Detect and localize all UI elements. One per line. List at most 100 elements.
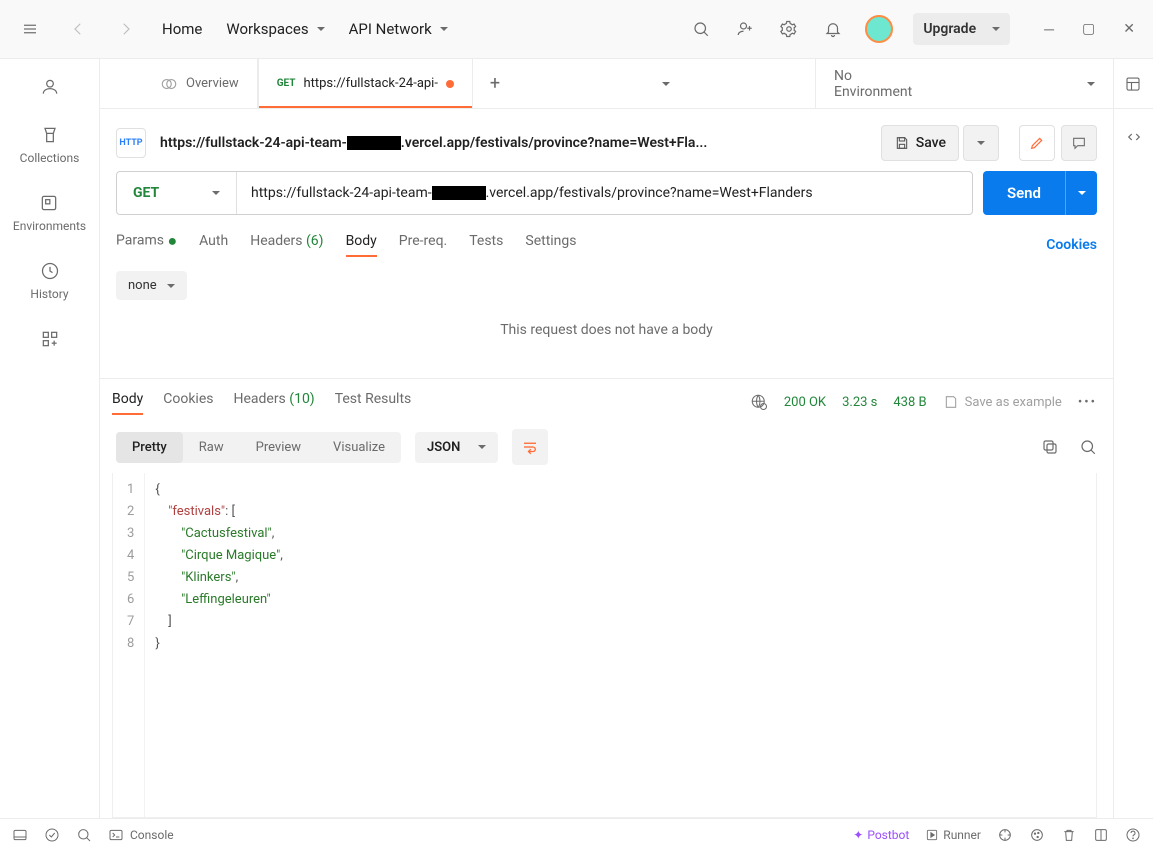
tab-method: GET <box>277 78 296 89</box>
invite-icon[interactable] <box>733 17 757 41</box>
hamburger-menu-icon[interactable] <box>18 17 42 41</box>
runner-button[interactable]: Runner <box>925 828 981 842</box>
body-type-label: none <box>128 278 157 293</box>
resp-tab-test-results[interactable]: Test Results <box>335 391 412 413</box>
upgrade-button[interactable]: Upgrade <box>913 13 1010 45</box>
chevron-down-icon <box>1087 82 1095 90</box>
new-tab-button[interactable]: + <box>473 59 517 108</box>
tab-overview[interactable]: Overview <box>142 59 258 108</box>
body-type-selector[interactable]: none <box>116 271 187 300</box>
view-preview[interactable]: Preview <box>240 432 317 463</box>
response-body-viewer[interactable]: 12345678 { "festivals": [ "Cactusfestiva… <box>112 473 1097 818</box>
sidebar-collections-label: Collections <box>20 151 80 165</box>
req-tab-params[interactable]: Params ● <box>116 231 177 259</box>
send-button[interactable]: Send <box>983 171 1065 215</box>
dirty-indicator-icon <box>446 80 454 88</box>
send-options-button[interactable] <box>1065 171 1097 215</box>
environment-selector[interactable]: No Environment <box>815 59 1113 108</box>
resp-tab-body[interactable]: Body <box>112 391 143 413</box>
resp-tab-cookies[interactable]: Cookies <box>163 391 213 413</box>
nav-api-network[interactable]: API Network <box>349 20 448 38</box>
trash-icon[interactable] <box>1061 827 1077 843</box>
method-label: GET <box>133 185 159 201</box>
postbot-button[interactable]: ✦Postbot <box>853 828 909 842</box>
sidebar-collections[interactable]: Collections <box>20 125 80 165</box>
sidebar-history[interactable]: History <box>30 261 68 301</box>
breadcrumb: https://fullstack-24-api-team-.vercel.ap… <box>160 135 867 151</box>
console-toggle[interactable]: Console <box>108 827 174 843</box>
window-maximize[interactable]: ▢ <box>1082 21 1095 38</box>
save-example-label: Save as example <box>965 395 1062 410</box>
layout-icon[interactable] <box>1093 827 1109 843</box>
window-minimize[interactable]: ─ <box>1044 21 1054 38</box>
headers-count: (6) <box>306 233 324 249</box>
response-time: 3.23 s <box>842 395 877 410</box>
cookies-jar-icon[interactable] <box>1029 827 1045 843</box>
resp-headers-count: (10) <box>289 391 314 407</box>
edit-button[interactable] <box>1019 125 1055 161</box>
settings-icon[interactable] <box>777 17 801 41</box>
find-icon[interactable] <box>76 827 92 843</box>
tabs-dropdown[interactable] <box>646 59 686 108</box>
avatar[interactable] <box>865 15 893 43</box>
sidebar-environments-label: Environments <box>13 219 86 233</box>
view-raw[interactable]: Raw <box>183 432 240 463</box>
method-selector[interactable]: GET <box>117 172 237 214</box>
sidebar-history-label: History <box>30 287 68 301</box>
save-options-button[interactable] <box>963 125 999 161</box>
notifications-icon[interactable] <box>821 17 845 41</box>
nav-workspaces[interactable]: Workspaces <box>226 20 324 38</box>
req-tab-body[interactable]: Body <box>346 233 377 257</box>
code-snippet-icon[interactable] <box>1122 125 1146 149</box>
sidebar-account-icon[interactable] <box>40 77 60 97</box>
copy-icon[interactable] <box>1041 438 1059 456</box>
save-label: Save <box>916 135 946 151</box>
sidebar-environments[interactable]: Environments <box>13 193 86 233</box>
window-close[interactable]: ✕ <box>1123 21 1135 38</box>
save-as-example-button[interactable]: Save as example <box>943 394 1062 410</box>
forward-arrow-icon[interactable] <box>114 17 138 41</box>
params-indicator-icon: ● <box>167 231 177 250</box>
comment-button[interactable] <box>1061 125 1097 161</box>
save-button[interactable]: Save <box>881 125 959 161</box>
req-tab-auth[interactable]: Auth <box>199 233 228 257</box>
format-selector[interactable]: JSON <box>415 432 498 463</box>
req-tab-tests[interactable]: Tests <box>469 233 503 257</box>
panel-toggle-icon[interactable] <box>12 827 28 843</box>
globe-icon[interactable] <box>750 393 768 411</box>
tab-request-active[interactable]: GET https://fullstack-24-api- <box>258 59 473 108</box>
url-input[interactable]: https://fullstack-24-api-team-.vercel.ap… <box>237 172 972 214</box>
env-quick-look-icon[interactable] <box>1113 59 1153 108</box>
search-response-icon[interactable] <box>1079 438 1097 456</box>
console-label: Console <box>130 828 174 842</box>
view-pretty[interactable]: Pretty <box>116 432 183 463</box>
back-arrow-icon[interactable] <box>66 17 90 41</box>
chevron-down-icon <box>167 284 175 292</box>
req-tab-prereq[interactable]: Pre-req. <box>399 233 447 257</box>
response-size: 438 B <box>893 395 926 410</box>
wrap-lines-button[interactable] <box>512 429 548 465</box>
tab-active-label: https://fullstack-24-api- <box>303 76 438 91</box>
cookies-link[interactable]: Cookies <box>1046 237 1097 253</box>
format-label: JSON <box>427 440 460 455</box>
redacted-segment <box>432 186 486 200</box>
response-status: 200 OK <box>784 395 826 410</box>
sidebar-apps-icon[interactable] <box>40 329 60 349</box>
more-options-icon[interactable]: ••• <box>1078 395 1097 410</box>
empty-body-message: This request does not have a body <box>100 314 1113 378</box>
code-lines: { "festivals": [ "Cactusfestival", "Cirq… <box>145 473 293 817</box>
req-tab-headers[interactable]: Headers (6) <box>250 233 323 257</box>
chevron-down-icon <box>992 27 1000 35</box>
search-icon[interactable] <box>689 17 713 41</box>
sync-status-icon[interactable] <box>44 827 60 843</box>
http-badge-icon: HTTP <box>116 128 146 158</box>
tab-overview-label: Overview <box>186 76 239 91</box>
capture-icon[interactable] <box>997 827 1013 843</box>
req-tab-settings[interactable]: Settings <box>525 233 576 257</box>
resp-tab-headers[interactable]: Headers (10) <box>233 391 314 413</box>
chevron-down-icon <box>212 191 220 199</box>
redacted-segment <box>347 136 401 150</box>
view-visualize[interactable]: Visualize <box>317 432 401 463</box>
nav-home[interactable]: Home <box>162 20 202 38</box>
help-icon[interactable] <box>1125 827 1141 843</box>
